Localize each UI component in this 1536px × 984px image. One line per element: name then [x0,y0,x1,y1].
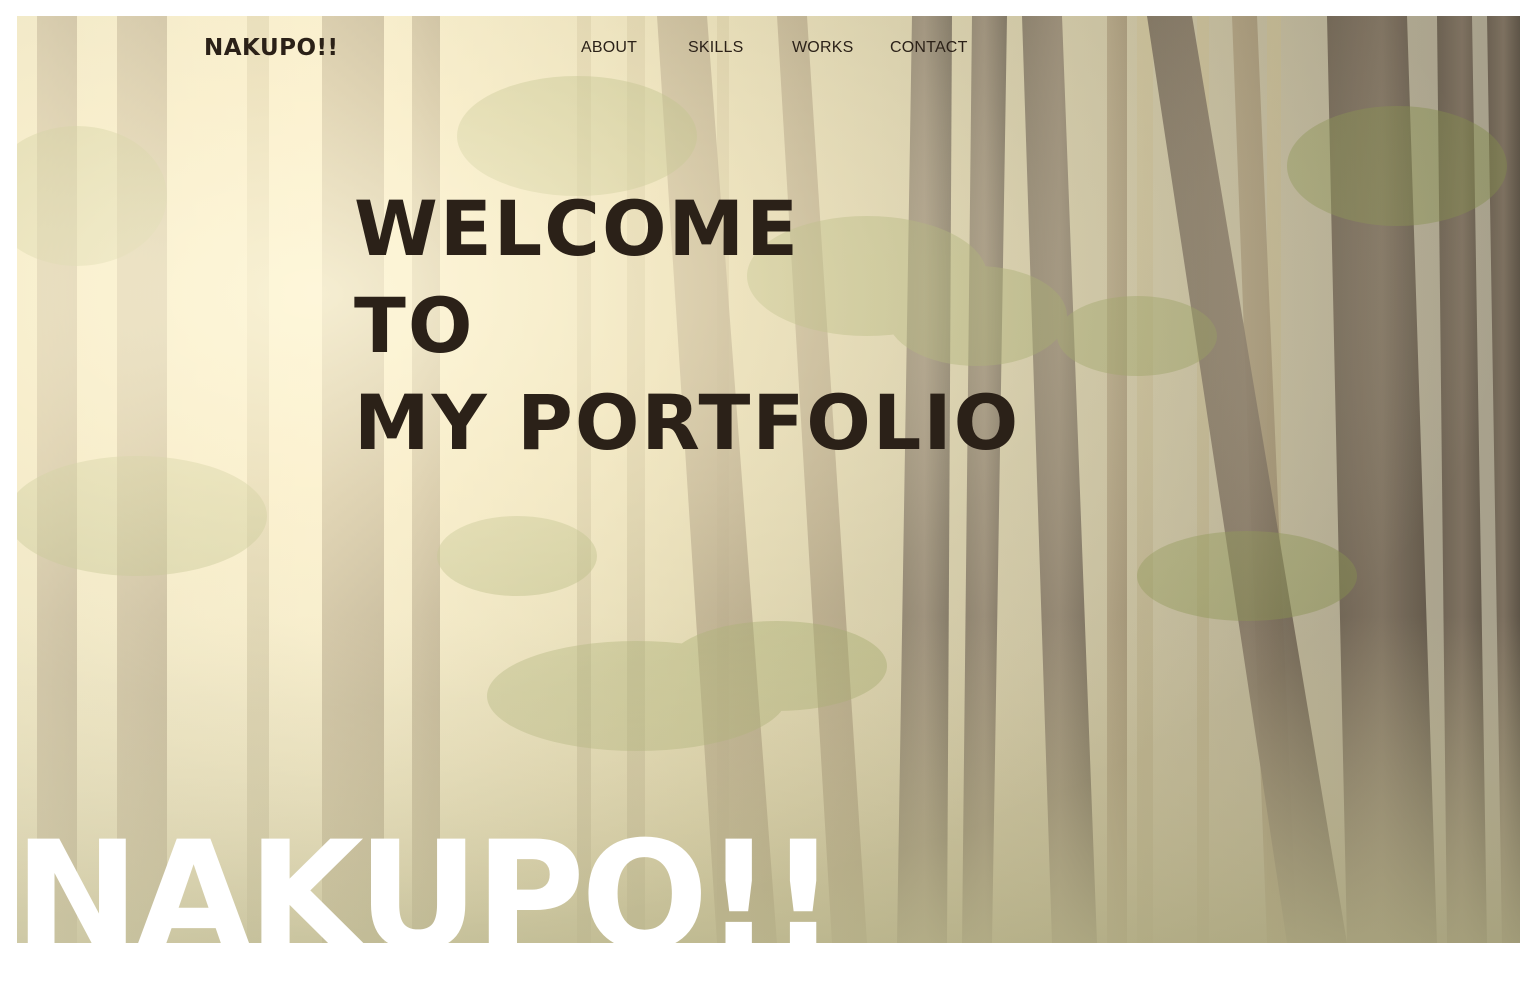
nav-works[interactable]: WORKS [792,38,853,58]
forest-background-image [17,16,1520,943]
page-bottom-margin [17,943,1520,960]
hero-line-welcome: WELCOME [354,184,801,273]
nav-about[interactable]: ABOUT [581,38,637,58]
hero-line-to: TO [354,281,475,370]
nav-contact[interactable]: CONTACT [890,38,968,58]
hero-line-my-portfolio: MY PORTFOLIO [354,378,1021,467]
hero-section [17,16,1520,943]
main-nav: ABOUT SKILLS WORKS CONTACT [0,38,1536,60]
hero-heading: WELCOME TO MY PORTFOLIO [354,180,1020,471]
nav-skills[interactable]: SKILLS [688,38,743,58]
